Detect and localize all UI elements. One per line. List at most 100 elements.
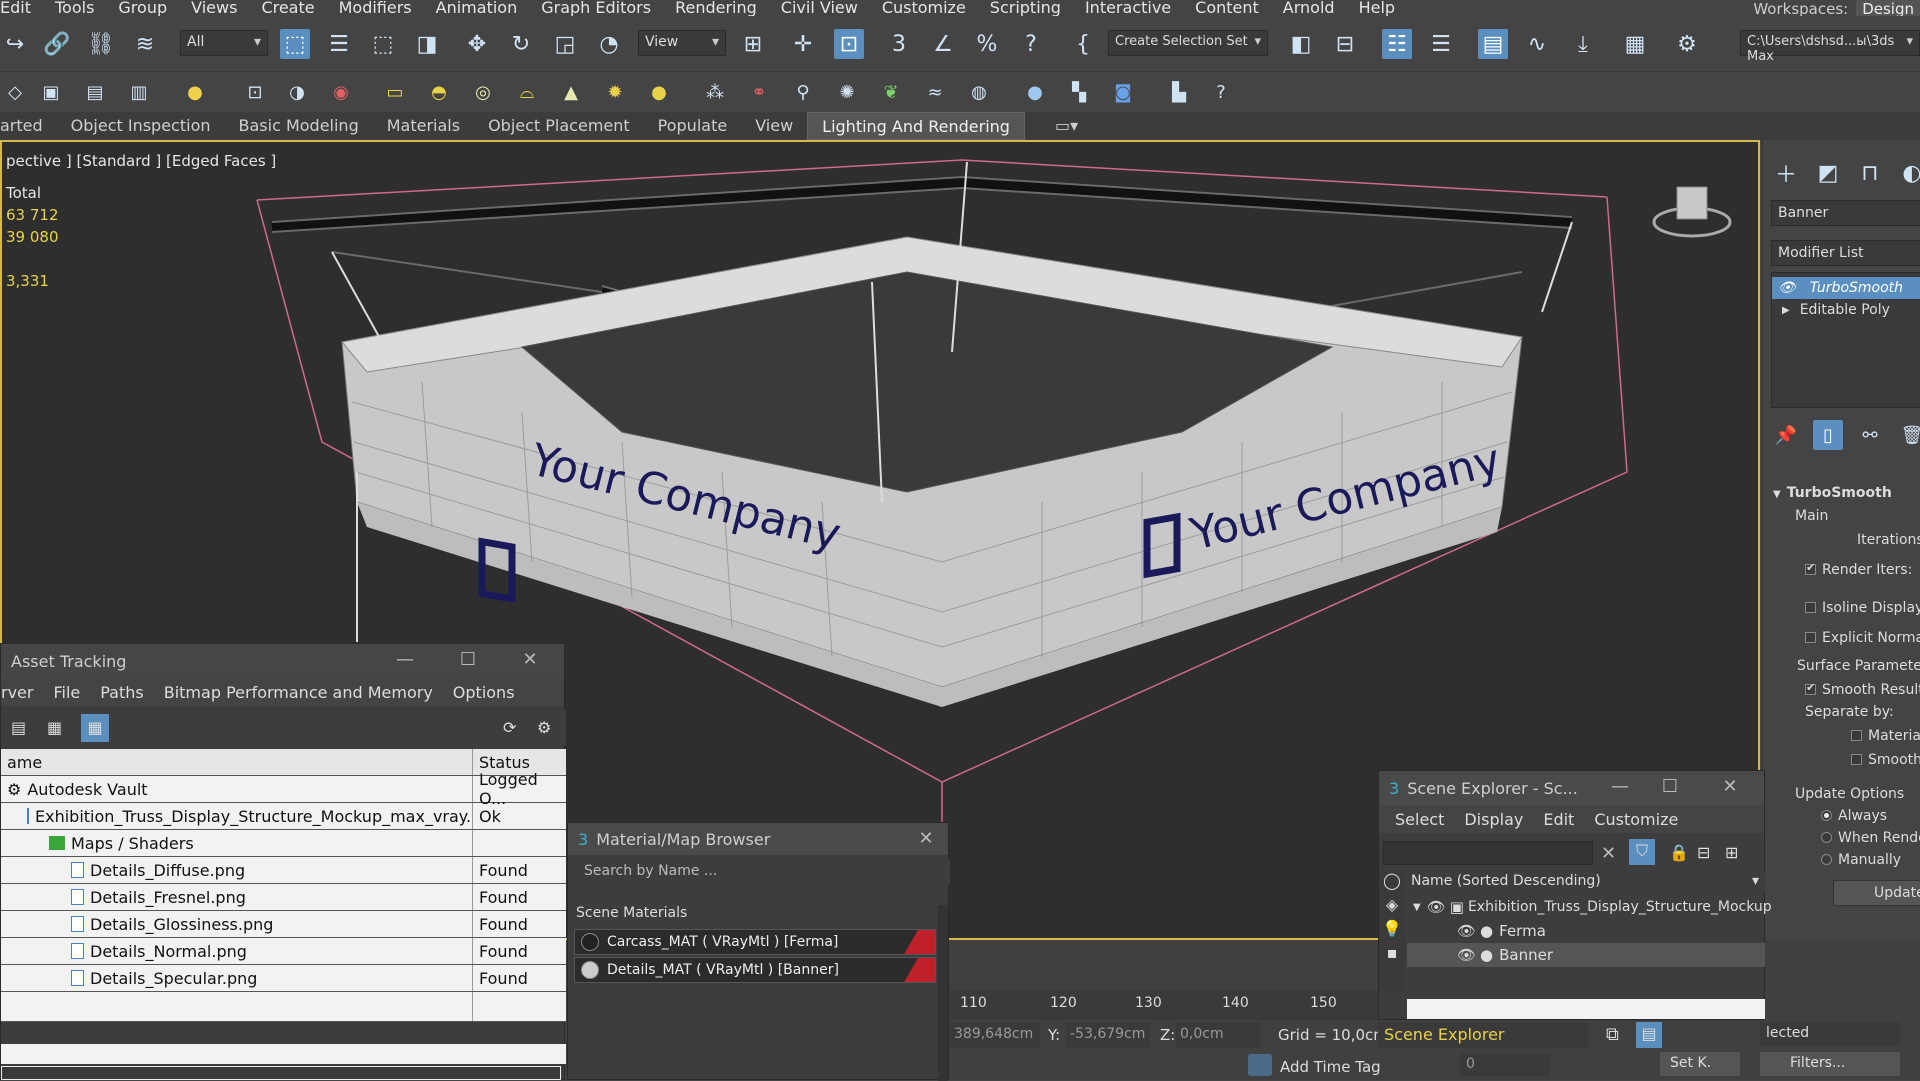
rotate-icon[interactable]: ↻	[506, 29, 536, 59]
menu-animation[interactable]: Animation	[424, 0, 530, 16]
tab-lighting-and-rendering[interactable]: Lighting And Rendering	[807, 112, 1025, 140]
layer-explorer-icon[interactable]: ☰	[1426, 29, 1456, 59]
link-icon[interactable]: 🔗	[42, 29, 72, 59]
mirror-icon[interactable]: ◧	[1286, 29, 1316, 59]
minimize-icon[interactable]: —	[391, 649, 419, 673]
menu-modifiers[interactable]: Modifiers	[327, 0, 424, 16]
schematic-view-icon[interactable]: ⤓	[1568, 29, 1598, 59]
filter-icon[interactable]: ⛉	[1629, 839, 1655, 865]
edit-named-selection-icon[interactable]: {	[1068, 29, 1098, 59]
make-unique-icon[interactable]: ⚯	[1855, 420, 1885, 450]
column-name[interactable]: ame	[1, 749, 473, 775]
cameras-filter-icon[interactable]: ▪	[1379, 943, 1405, 967]
spot-light-icon[interactable]: ▲	[556, 77, 586, 107]
layers-icon[interactable]: ⧉	[1606, 1024, 1619, 1045]
menu-arnold[interactable]: Arnold	[1271, 0, 1347, 16]
add-time-tag-button[interactable]: Add Time Tag	[1280, 1058, 1381, 1076]
mesh-light-icon[interactable]: ⌓	[512, 77, 542, 107]
material-item-details[interactable]: Details_MAT ( VRayMtl ) [Banner]	[574, 957, 936, 983]
align-icon[interactable]: ⊟	[1330, 29, 1360, 59]
menu-display[interactable]: Display	[1454, 810, 1533, 829]
update-button[interactable]: Update	[1833, 880, 1920, 906]
menu-bitmap-performance[interactable]: Bitmap Performance and Memory	[154, 683, 443, 702]
z-coordinate-field[interactable]: 0,0cm	[1176, 1022, 1260, 1048]
tab-populate[interactable]: Populate	[644, 112, 742, 140]
table-view-icon[interactable]: ▦	[47, 718, 62, 737]
tab-basic-modeling[interactable]: Basic Modeling	[225, 112, 373, 140]
percent-snap-icon[interactable]: %	[972, 29, 1002, 59]
frame-field[interactable]: 0	[1460, 1054, 1550, 1076]
scene-search-input[interactable]	[1383, 841, 1593, 865]
asset-tracking-titlebar[interactable]: Asset Tracking — ☐ ✕	[1, 644, 564, 678]
redo-icon[interactable]: ↪	[0, 29, 30, 59]
place-icon[interactable]: ◔	[594, 29, 624, 59]
keyboard-shortcut-override-icon[interactable]: ⊡	[834, 29, 864, 59]
named-selection-dropdown[interactable]: Create Selection Set	[1108, 30, 1268, 56]
menu-edit[interactable]: Edit	[0, 0, 43, 16]
foliage-icon[interactable]: ❦	[876, 77, 906, 107]
scene-explorer-titlebar[interactable]: 3 Scene Explorer - Sc... — ☐ ✕	[1379, 771, 1764, 805]
material-item-carcass[interactable]: Carcass_MAT ( VRayMtl ) [Ferma]	[574, 929, 936, 955]
angle-snap-icon[interactable]: ∠	[928, 29, 958, 59]
export-icon[interactable]: ▙	[1164, 77, 1194, 107]
filters-button[interactable]: Filters...	[1760, 1052, 1900, 1076]
eye-icon[interactable]: 👁	[1457, 946, 1476, 964]
move-icon[interactable]: ✥	[462, 29, 492, 59]
when-rendering-radio[interactable]: When Rende	[1821, 830, 1920, 846]
workspace-selector[interactable]: Workspaces: Design	[1753, 0, 1920, 18]
menu-file[interactable]: File	[43, 683, 90, 702]
sun-position-icon[interactable]: ◑	[282, 77, 312, 107]
table-row[interactable]: Maps / Shaders	[1, 830, 566, 857]
shapes-filter-icon[interactable]: ◈	[1379, 895, 1405, 919]
close-icon[interactable]: ✕	[516, 649, 544, 673]
tab-object-inspection[interactable]: Object Inspection	[57, 112, 225, 140]
menu-create[interactable]: Create	[249, 0, 326, 16]
scale-icon[interactable]: ◲	[550, 29, 580, 59]
close-icon[interactable]: ✕	[1716, 776, 1744, 800]
pivot-center-icon[interactable]: ⊞	[738, 29, 768, 59]
volume-icon[interactable]: ✺	[832, 77, 862, 107]
table-row[interactable]: Details_Fresnel.png Found	[1, 884, 566, 911]
object-name-field[interactable]: Banner	[1771, 200, 1920, 226]
table-row[interactable]: Details_Glossiness.png Found	[1, 911, 566, 938]
menu-paths[interactable]: Paths	[90, 683, 153, 702]
workspace-value[interactable]: Design	[1856, 0, 1920, 18]
scene-materials-section[interactable]: Scene Materials	[576, 905, 687, 921]
time-tag-icon[interactable]	[1248, 1054, 1272, 1076]
maximize-icon[interactable]: ☐	[454, 649, 482, 673]
eye-icon[interactable]: 👁	[1427, 898, 1446, 916]
horizontal-scrollbar[interactable]	[1407, 999, 1765, 1019]
stack-item-editable-poly[interactable]: ▶ Editable Poly	[1772, 299, 1920, 321]
turbosmooth-rollout-title[interactable]: ▼ TurboSmooth	[1773, 485, 1892, 501]
scene-explorer-selector[interactable]: Scene Explorer	[1378, 1022, 1588, 1048]
expand-arrow-icon[interactable]: ▼	[1413, 902, 1421, 913]
select-manipulate-icon[interactable]: ✛	[788, 29, 818, 59]
rect-selection-icon[interactable]: ⬚	[368, 29, 398, 59]
menu-tools[interactable]: Tools	[43, 0, 106, 16]
plane-light-icon[interactable]: ▭	[380, 77, 410, 107]
tab-getting-started[interactable]: arted	[0, 112, 57, 140]
project-path-field[interactable]: C:\Users\dshsd...ы\3ds Max	[1740, 30, 1920, 64]
motion-tab-icon[interactable]: ◐	[1897, 158, 1920, 188]
minimize-icon[interactable]: —	[1606, 776, 1634, 800]
menu-customize[interactable]: Customize	[870, 0, 978, 16]
hierarchy-icon[interactable]: ⊟	[1697, 843, 1710, 862]
smoothing-checkbox[interactable]: Smoothin	[1851, 752, 1920, 768]
ribbon-toggle-icon[interactable]: ▤	[1478, 29, 1508, 59]
material-editor-icon[interactable]: ▦	[1620, 29, 1650, 59]
geometry-filter-icon[interactable]: ◯	[1379, 871, 1405, 895]
y-coordinate-field[interactable]: -53,679cm	[1066, 1022, 1150, 1048]
set-key-button[interactable]: Set K.	[1660, 1052, 1740, 1076]
isoline-display-checkbox[interactable]: Isoline Display	[1805, 600, 1920, 616]
render-frame-icon[interactable]: ▣	[36, 77, 66, 107]
selection-filter-dropdown[interactable]: All	[180, 30, 268, 56]
menu-content[interactable]: Content	[1183, 0, 1271, 16]
sun-light-icon[interactable]: ✹	[600, 77, 630, 107]
curve-editor-icon[interactable]: ∿	[1522, 29, 1552, 59]
reference-coordinate-dropdown[interactable]: View	[638, 30, 726, 56]
menu-rendering[interactable]: Rendering	[663, 0, 769, 16]
eye-icon[interactable]: 👁	[1778, 280, 1796, 296]
eye-icon[interactable]: 👁	[1457, 922, 1476, 940]
table-row[interactable]: Details_Specular.png Found	[1, 965, 566, 992]
show-end-result-icon[interactable]: ▯	[1813, 420, 1843, 450]
